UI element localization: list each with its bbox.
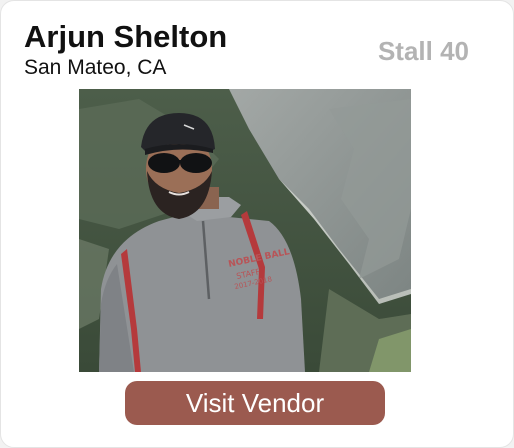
vendor-photo: NOBLE BALL STAFF 2017-2018 [79,89,411,372]
vendor-photo-image: NOBLE BALL STAFF 2017-2018 [79,89,411,372]
vendor-location: San Mateo, CA [24,56,167,79]
visit-vendor-button[interactable]: Visit Vendor [125,381,385,425]
stall-number: Stall 40 [377,36,469,66]
vendor-card: Arjun Shelton San Mateo, CA Stall 40 NOB… [0,0,514,448]
vendor-name: Arjun Shelton [24,19,228,54]
